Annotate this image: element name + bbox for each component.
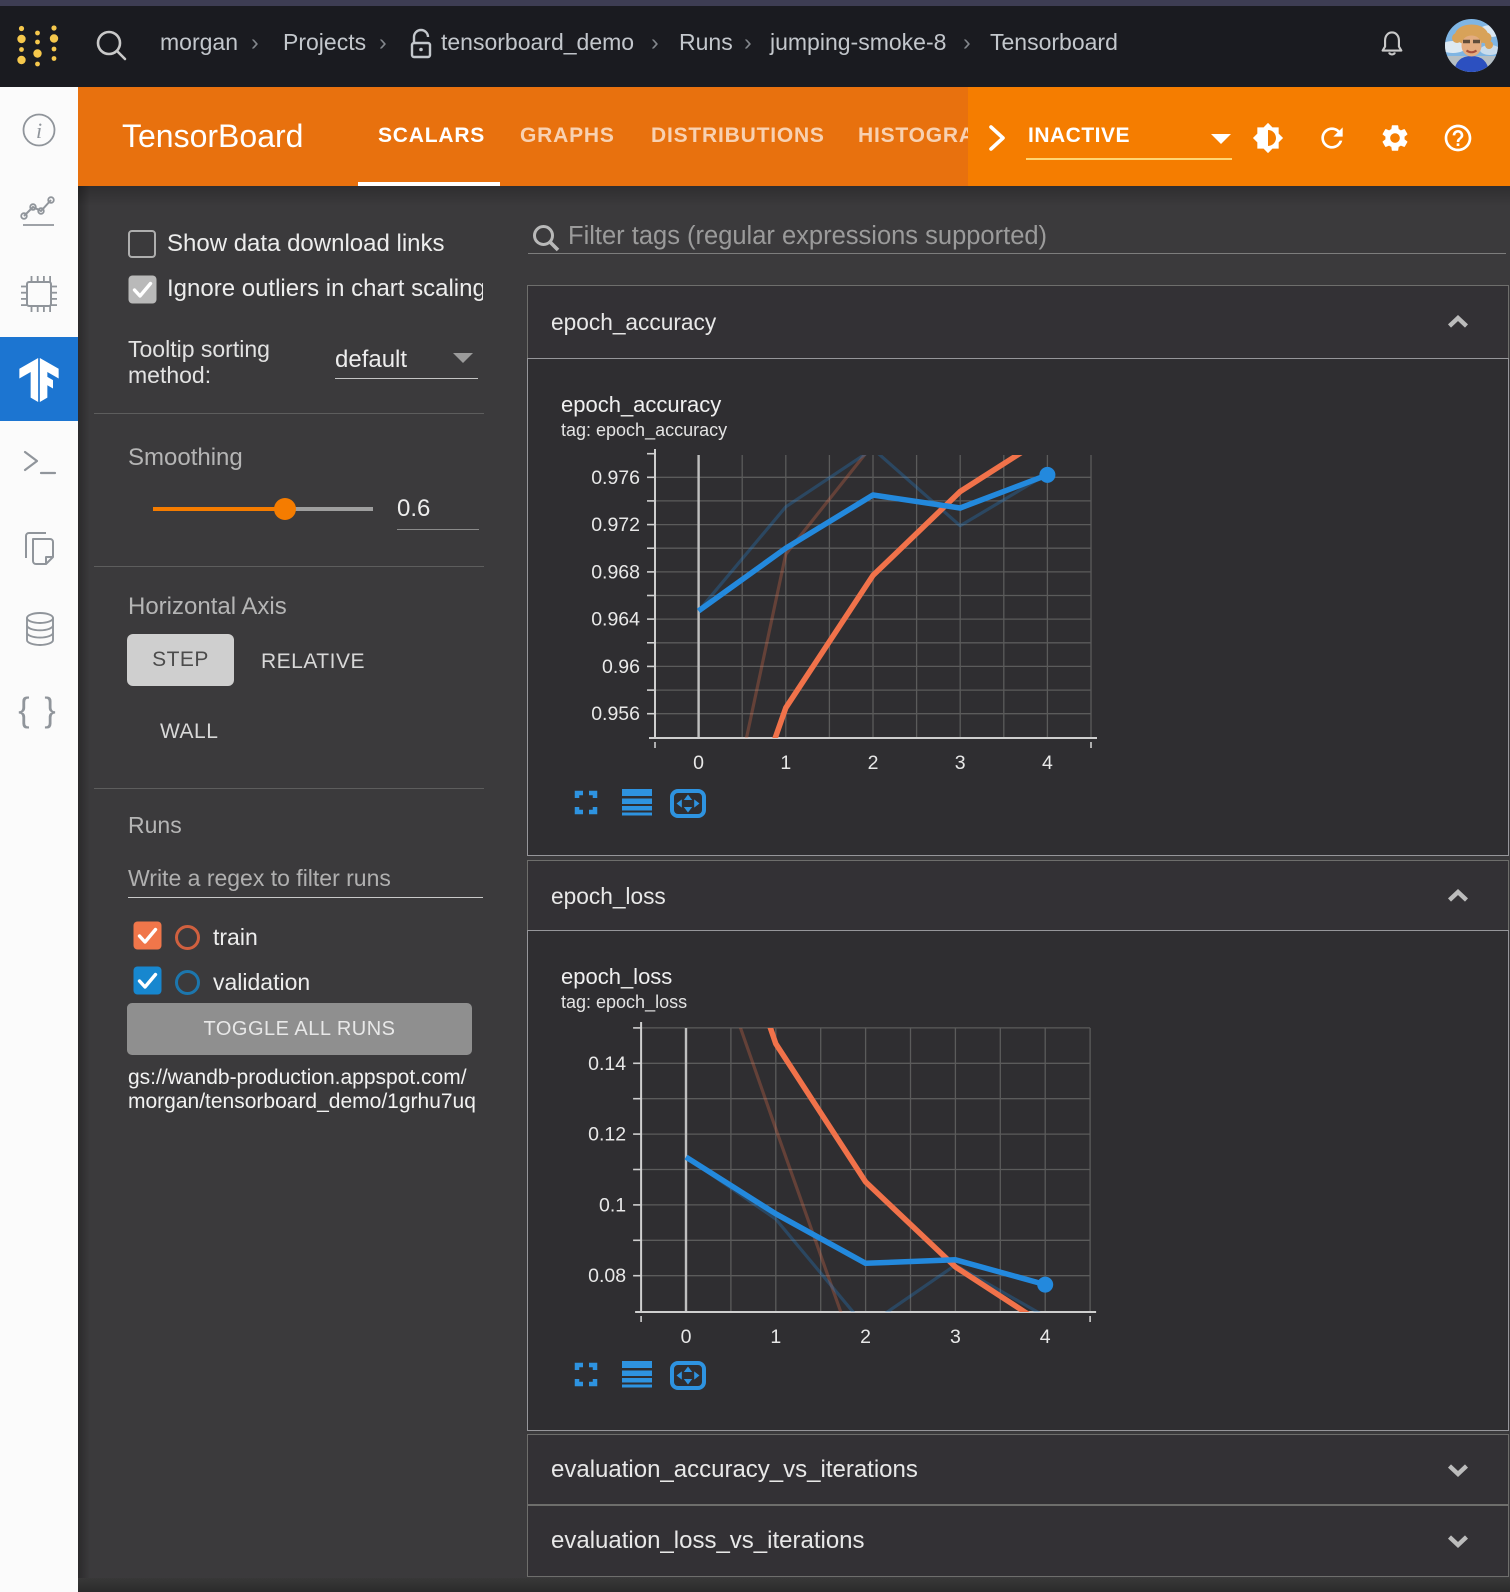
svg-text:0.1: 0.1 — [599, 1194, 626, 1216]
svg-text:0.08: 0.08 — [588, 1265, 626, 1287]
svg-text:4: 4 — [1042, 752, 1053, 774]
svg-text:0: 0 — [681, 1326, 692, 1348]
svg-text:i: i — [36, 118, 42, 143]
svg-text:0.14: 0.14 — [588, 1053, 626, 1075]
svg-text:0.956: 0.956 — [591, 703, 640, 725]
svg-text:1: 1 — [770, 1326, 781, 1348]
svg-text:tag: epoch_loss: tag: epoch_loss — [561, 992, 687, 1013]
svg-text:2: 2 — [868, 752, 879, 774]
svg-text:tag: epoch_accuracy: tag: epoch_accuracy — [561, 420, 727, 441]
svg-text:1: 1 — [780, 752, 791, 774]
svg-text:0.968: 0.968 — [591, 561, 640, 583]
svg-text:3: 3 — [955, 752, 966, 774]
svg-text:0.964: 0.964 — [591, 609, 640, 631]
svg-text:epoch_loss: epoch_loss — [561, 964, 672, 989]
svg-text:0.12: 0.12 — [588, 1124, 626, 1146]
svg-text:0.976: 0.976 — [591, 467, 640, 489]
svg-text:epoch_accuracy: epoch_accuracy — [561, 392, 721, 417]
svg-text:0.96: 0.96 — [602, 656, 640, 678]
svg-text:0: 0 — [693, 752, 704, 774]
svg-text:2: 2 — [860, 1326, 871, 1348]
svg-text:0.972: 0.972 — [591, 514, 640, 536]
svg-text:4: 4 — [1040, 1326, 1051, 1348]
svg-text:3: 3 — [950, 1326, 961, 1348]
